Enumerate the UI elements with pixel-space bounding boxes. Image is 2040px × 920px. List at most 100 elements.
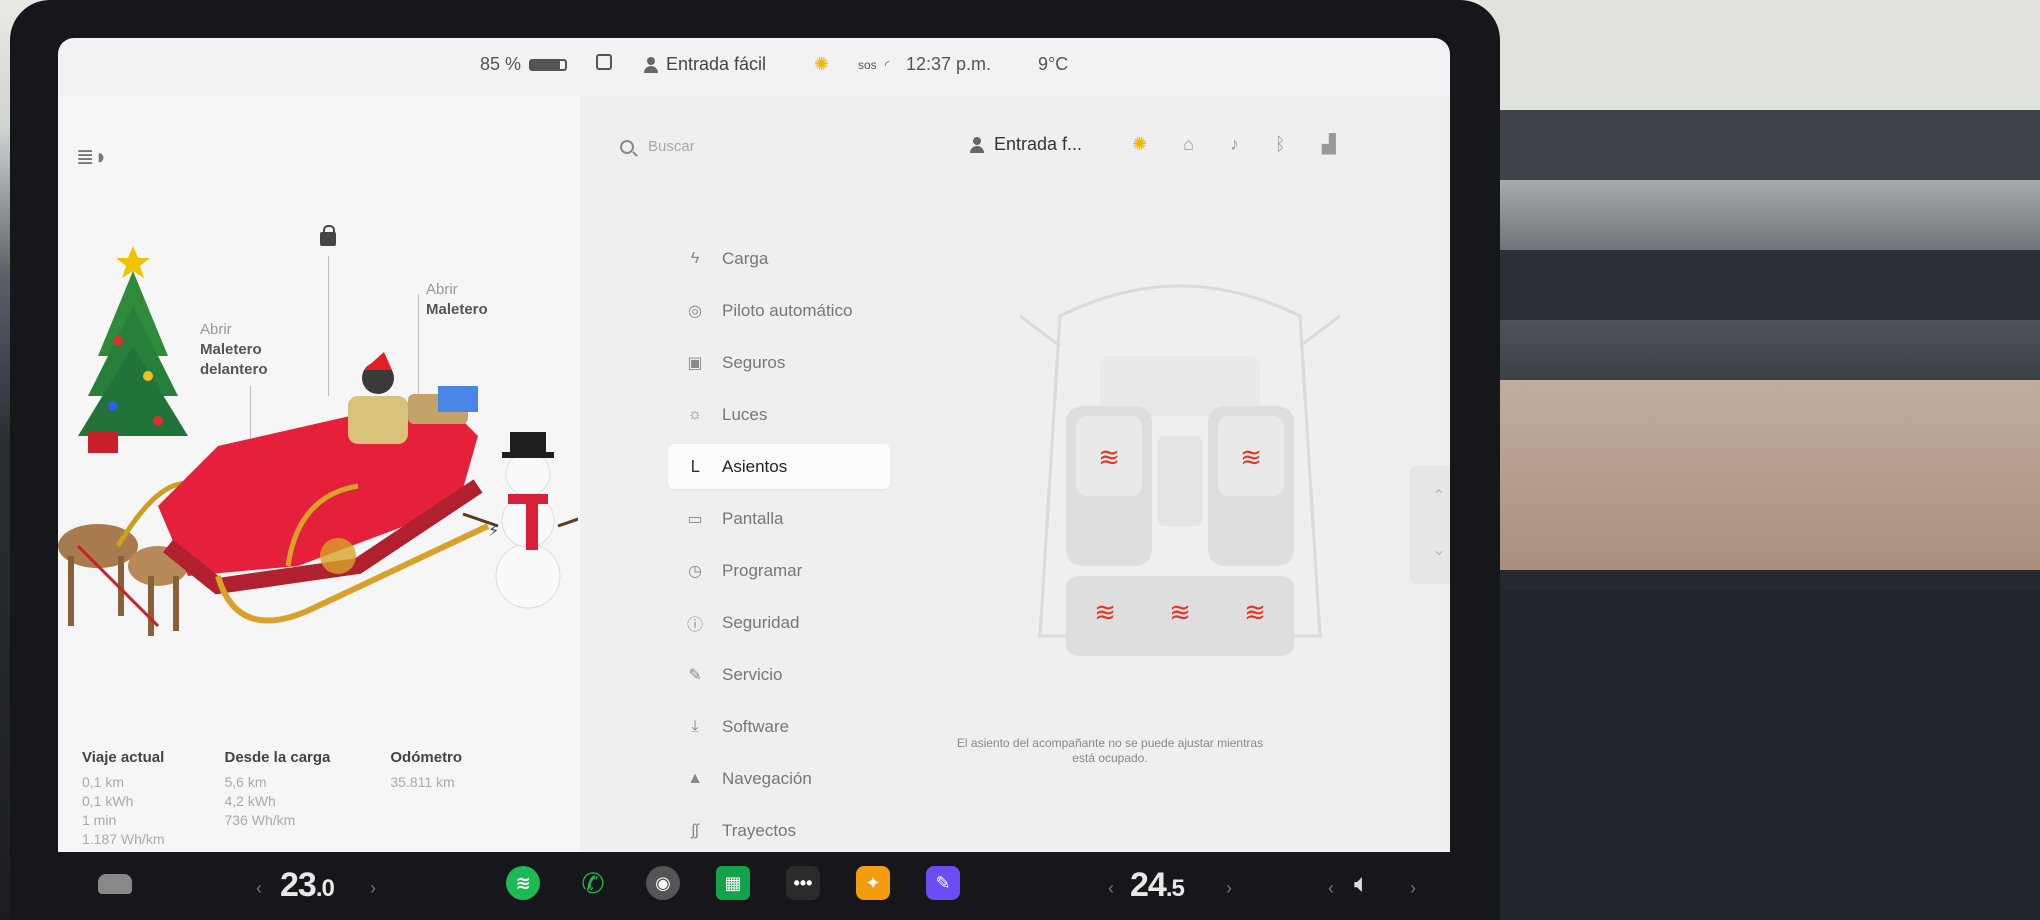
- menu-item-seguridad[interactable]: ⓘ Seguridad: [668, 600, 890, 645]
- menu-item-programar[interactable]: ◷ Programar: [668, 548, 890, 593]
- phone-icon[interactable]: ✆: [576, 866, 610, 900]
- menu-item-luces[interactable]: ☼ Luces: [668, 392, 890, 437]
- menu-item-carga[interactable]: ϟ Carga: [668, 236, 890, 281]
- notification-bell-icon[interactable]: ♪: [1230, 134, 1239, 155]
- settings-top-icons: Entrada f... ✺ ⌂ ♪ ᛒ ▟: [970, 134, 1336, 155]
- bottom-taskbar: ‹ 23.0 › ≋ ✆ ◉ ▦ ••• ✦ ✎ ‹ 24.5 › ‹ 🔈︎ ›: [58, 852, 1450, 920]
- since-charge-efficiency: 736 Wh/km: [224, 812, 296, 828]
- settings-search[interactable]: Buscar: [620, 138, 695, 155]
- menu-item-label: Programar: [722, 560, 803, 580]
- passenger-temperature[interactable]: 24.5: [1130, 866, 1185, 905]
- trip-current-distance: 0,1 km: [82, 774, 125, 790]
- steering-wheel-icon: ◎: [688, 302, 702, 320]
- camera-icon[interactable]: ◉: [646, 866, 680, 900]
- since-charge-energy: 4,2 kWh: [224, 793, 276, 809]
- lte-signal-icon[interactable]: ▟: [1322, 134, 1336, 155]
- charge-port-icon: ⚡: [488, 523, 499, 540]
- trips-icon: ʃʃ: [691, 821, 699, 839]
- profile-name: Entrada fácil: [666, 54, 767, 74]
- seat-adjust-control[interactable]: ⌃ ⌄: [1410, 466, 1450, 584]
- sos-indicator: sos ◜: [858, 58, 889, 72]
- menu-item-asientos[interactable]: ᒪ Asientos: [668, 444, 890, 489]
- person-icon: [644, 56, 658, 73]
- menu-item-pantalla[interactable]: ▭ Pantalla: [668, 496, 890, 541]
- passenger-temp-dec: .5: [1165, 875, 1185, 902]
- settings-menu: ϟ Carga ◎ Piloto automático ▣ Seguros ☼ Luces ᒪ A…: [668, 236, 890, 852]
- snowman: [462, 432, 578, 609]
- chevron-up-icon[interactable]: ⌃: [1410, 466, 1450, 506]
- menu-item-label: Luces: [722, 404, 768, 424]
- volume-up[interactable]: ›: [1410, 878, 1416, 899]
- display-icon: ▭: [687, 510, 703, 528]
- calendar-icon[interactable]: ▦: [716, 866, 750, 900]
- rear-right-seat-heat-icon[interactable]: ≋: [1244, 597, 1266, 627]
- clock-time: 12:37 p.m.: [906, 54, 992, 74]
- odometer-value: 35.811 km: [390, 774, 455, 790]
- user-profile-status[interactable]: [596, 54, 612, 70]
- menu-item-label: Seguros: [722, 352, 786, 372]
- dots-icon[interactable]: •••: [786, 866, 820, 900]
- outside-temp-value: 9°C: [1038, 54, 1069, 74]
- driver-temperature[interactable]: 23.0: [280, 866, 335, 905]
- profile-button[interactable]: Entrada f...: [970, 134, 1082, 155]
- sun-icon[interactable]: ✺: [1132, 134, 1147, 155]
- car-button[interactable]: [98, 866, 132, 894]
- center-console: [1158, 436, 1202, 526]
- rear-left-seat-heat-icon[interactable]: ≋: [1094, 597, 1116, 627]
- search-icon: [620, 139, 634, 154]
- battery-percent: 85 %: [480, 54, 522, 74]
- rear-center-seat-heat-icon[interactable]: ≋: [1169, 597, 1191, 627]
- menu-item-software[interactable]: ⤓ Software: [668, 704, 890, 749]
- settings-panel: Buscar Entrada f... ✺ ⌂ ♪ ᛒ ▟ ϟ Carga ◎ Pil…: [580, 96, 1450, 852]
- seat-note-line1: El asiento del acompañante no se puede a…: [956, 736, 1264, 750]
- dashboard-top: [1480, 110, 2040, 180]
- menu-item-seguros[interactable]: ▣ Seguros: [668, 340, 890, 385]
- spotify-icon[interactable]: ≋: [506, 866, 540, 900]
- sketchpad-icon[interactable]: ✎: [926, 866, 960, 900]
- volume-icon[interactable]: 🔈︎: [1354, 868, 1370, 900]
- dashboard-wood-trim: [1500, 380, 2040, 570]
- headlight-icon[interactable]: ≣◗: [76, 144, 108, 170]
- driver-temp-down[interactable]: ‹: [256, 878, 262, 899]
- driver-profile-status[interactable]: Entrada fácil: [644, 54, 766, 75]
- sleigh: [158, 352, 490, 624]
- profile-short-name: Entrada f...: [994, 134, 1083, 154]
- menu-item-label: Servicio: [722, 664, 783, 684]
- driver-seat-heat-icon[interactable]: ≋: [1098, 442, 1120, 472]
- menu-item-trayectos[interactable]: ʃʃ Trayectos: [668, 808, 890, 852]
- menu-item-piloto-autom-tico[interactable]: ◎ Piloto automático: [668, 288, 890, 333]
- passenger-temp-up[interactable]: ›: [1226, 878, 1232, 899]
- garage-icon[interactable]: ⌂: [1183, 134, 1194, 155]
- clock-icon: ◷: [688, 562, 702, 580]
- menu-item-label: Piloto automático: [722, 300, 853, 320]
- chevron-down-icon[interactable]: ⌄: [1410, 506, 1450, 560]
- seat-driver[interactable]: [1066, 406, 1152, 566]
- since-charge-distance: 5,6 km: [224, 774, 267, 790]
- dashboard-lower: [1500, 590, 2040, 920]
- search-placeholder: Buscar: [648, 138, 695, 155]
- trip-current-efficiency: 1.187 Wh/km: [82, 831, 165, 847]
- sos-label: sos: [858, 58, 877, 72]
- menu-item-servicio[interactable]: ✎ Servicio: [668, 652, 890, 697]
- driver-temp-up[interactable]: ›: [370, 878, 376, 899]
- odometer: Odómetro 35.811 km: [390, 748, 462, 840]
- car-visualization-panel: ≣◗ Abrir Maletero delantero Abrir Malete…: [58, 96, 580, 852]
- passenger-temp-down[interactable]: ‹: [1108, 878, 1114, 899]
- menu-item-navegaci-n[interactable]: ▲ Navegación: [668, 756, 890, 801]
- signal-icon: ◜: [884, 58, 890, 72]
- volume-down[interactable]: ‹: [1328, 878, 1334, 899]
- trip-current-header: Viaje actual: [82, 749, 165, 766]
- menu-item-label: Software: [722, 716, 790, 736]
- unlock-icon[interactable]: [320, 225, 336, 246]
- seat-passenger[interactable]: [1208, 406, 1294, 566]
- battery-indicator: 85 %: [480, 54, 568, 75]
- seat-heater-diagram: ≋ ≋ ≋ ≋ ≋: [1019, 284, 1341, 656]
- odometer-header: Odómetro: [390, 749, 463, 766]
- bluetooth-icon[interactable]: ᛒ: [1275, 134, 1286, 155]
- toybox-icon[interactable]: ✦: [856, 866, 890, 900]
- light-icon: ☼: [687, 405, 703, 423]
- trip-current-energy: 0,1 kWh: [82, 793, 134, 809]
- passenger-seat-heat-icon[interactable]: ≋: [1240, 442, 1262, 472]
- menu-item-label: Asientos: [722, 456, 788, 476]
- car-icon: [98, 874, 132, 894]
